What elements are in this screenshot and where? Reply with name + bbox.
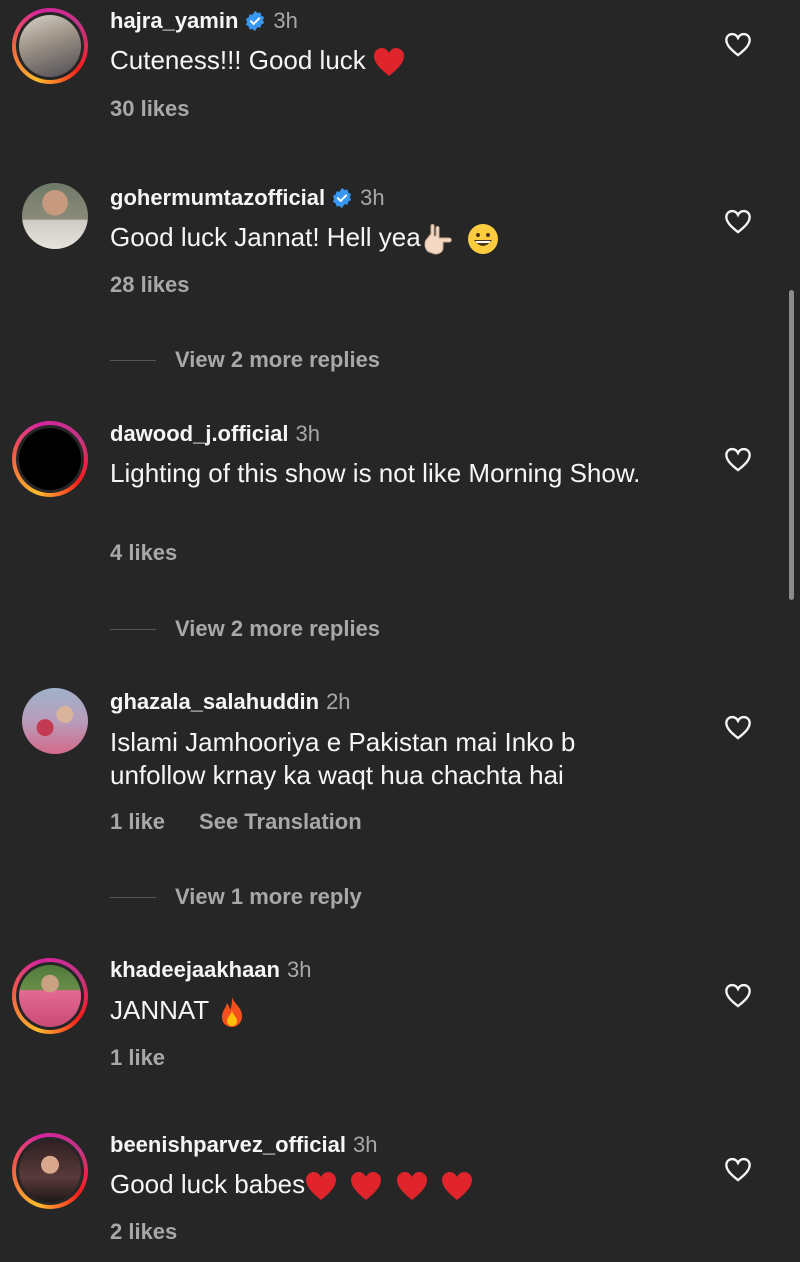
red-heart-emoji-icon xyxy=(351,1172,382,1201)
comment-time: 3h xyxy=(360,185,385,210)
comment-text: Lighting of this show is not like Mornin… xyxy=(110,458,641,488)
avatar[interactable] xyxy=(22,183,88,249)
divider xyxy=(110,896,156,898)
comment-username[interactable]: khadeejaakhaan xyxy=(110,957,280,983)
heart-outline-icon[interactable] xyxy=(724,982,752,1008)
comment-text: Good luck Jannat! Hell yea xyxy=(110,221,670,256)
comment-time: 3h xyxy=(295,421,320,446)
likes-count[interactable]: 28 likes xyxy=(110,272,190,297)
comment-text: JANNAT xyxy=(110,994,670,1029)
divider xyxy=(110,359,156,361)
divider xyxy=(110,628,156,630)
view-replies-label: View 1 more reply xyxy=(175,884,362,909)
comment-text: Cuteness!!! Good luck xyxy=(110,44,670,77)
likes-count[interactable]: 30 likes xyxy=(110,96,190,121)
avatar[interactable] xyxy=(12,1133,88,1209)
fire-emoji-icon xyxy=(221,997,242,1028)
verified-badge-icon xyxy=(246,10,265,32)
comment-text: Islami Jamhooriya e Pakistan mai Inko b … xyxy=(110,727,576,790)
comment-username[interactable]: hajra_yamin xyxy=(110,8,238,34)
heart-outline-icon[interactable] xyxy=(724,714,752,740)
avatar[interactable] xyxy=(12,958,88,1034)
comment-username[interactable]: beenishparvez_official xyxy=(110,1132,346,1158)
heart-outline-icon[interactable] xyxy=(724,1156,752,1182)
likes-count[interactable]: 1 like xyxy=(110,1045,165,1070)
scrollbar[interactable] xyxy=(789,290,794,600)
comment-username[interactable]: gohermumtazofficial xyxy=(110,185,325,211)
likes-count[interactable]: 2 likes xyxy=(110,1219,177,1244)
rock-on-hand-emoji-icon xyxy=(424,224,452,255)
comment-username[interactable]: ghazala_salahuddin xyxy=(110,689,319,715)
likes-count[interactable]: 1 like xyxy=(110,809,165,834)
comment-time: 2h xyxy=(326,689,351,714)
likes-count[interactable]: 4 likes xyxy=(110,540,177,565)
comment-time: 3h xyxy=(273,8,298,33)
red-heart-emoji-icon xyxy=(441,1172,472,1201)
view-replies-button[interactable]: View 1 more reply xyxy=(110,882,510,912)
view-replies-label: View 2 more replies xyxy=(175,347,381,372)
avatar[interactable] xyxy=(22,688,88,754)
view-replies-button[interactable]: View 2 more replies xyxy=(110,614,510,644)
comment-time: 3h xyxy=(286,957,312,982)
red-heart-emoji-icon xyxy=(396,1172,427,1201)
comment-time: 3h xyxy=(352,1132,378,1157)
comment-username[interactable]: dawood_j.official xyxy=(110,421,288,447)
red-heart-emoji-icon xyxy=(306,1172,337,1201)
heart-outline-icon[interactable] xyxy=(724,208,752,234)
see-translation-button[interactable]: See Translation xyxy=(199,809,362,834)
heart-outline-icon[interactable] xyxy=(724,31,752,57)
verified-badge-icon xyxy=(333,187,352,209)
grinning-face-emoji-icon xyxy=(467,224,498,255)
heart-outline-icon[interactable] xyxy=(724,446,752,472)
view-replies-button[interactable]: View 2 more replies xyxy=(110,345,510,375)
view-replies-label: View 2 more replies xyxy=(175,616,381,641)
avatar[interactable] xyxy=(12,8,88,84)
comment-text: Good luck babes xyxy=(110,1168,670,1201)
red-heart-emoji-icon xyxy=(374,48,405,77)
avatar[interactable] xyxy=(12,421,88,497)
